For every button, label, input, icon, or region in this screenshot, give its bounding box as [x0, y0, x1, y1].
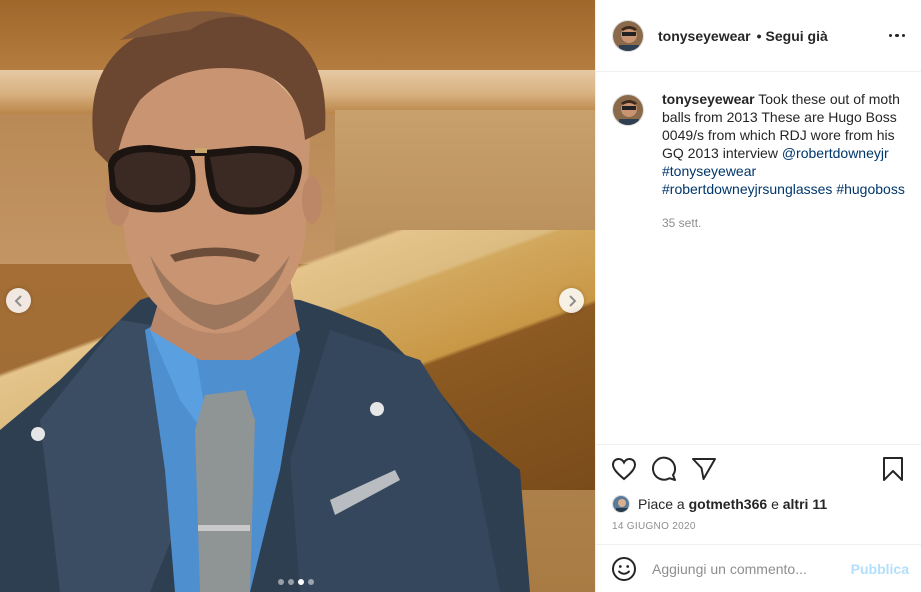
author-username[interactable]: tonyseyewear: [658, 28, 751, 44]
photo-subject: [0, 11, 530, 592]
comment-form: Pubblica: [596, 544, 921, 592]
smiley-icon: [612, 556, 636, 581]
like-button[interactable]: [608, 453, 640, 485]
comment-input[interactable]: [652, 560, 851, 577]
caption-hashtag[interactable]: #robertdowneyjrsunglasses: [662, 181, 832, 197]
post-caption: tonyseyewear Took these out of moth ball…: [612, 90, 913, 232]
comment-button[interactable]: [648, 453, 680, 485]
likes-summary: Piace a gotmeth366 e altri 11: [596, 493, 921, 515]
save-button[interactable]: [877, 453, 909, 485]
likes-others-link[interactable]: altri 11: [783, 496, 827, 512]
emoji-button[interactable]: [610, 555, 638, 583]
author-avatar[interactable]: [612, 19, 644, 52]
instagram-post: tonyseyewear • Segui già tonyseyewear To…: [0, 0, 921, 592]
share-button[interactable]: [688, 453, 720, 485]
post-sidebar: tonyseyewear • Segui già tonyseyewear To…: [595, 0, 921, 592]
previous-slide-button[interactable]: [6, 288, 31, 313]
caption-body: tonyseyewear Took these out of moth ball…: [662, 90, 913, 232]
liker-avatar[interactable]: [612, 495, 630, 513]
likes-joiner: e: [771, 496, 779, 512]
paper-plane-icon: [692, 458, 716, 480]
slide-dot: [278, 579, 284, 585]
chevron-right-icon: [568, 294, 576, 307]
post-header: tonyseyewear • Segui già: [596, 0, 921, 72]
caption-text-block: tonyseyewear Took these out of moth ball…: [662, 90, 913, 198]
heart-icon: [611, 457, 637, 481]
publish-button[interactable]: Pubblica: [851, 561, 909, 577]
more-options-button[interactable]: [888, 33, 905, 38]
chevron-left-icon: [14, 294, 22, 307]
post-actions-section: Piace a gotmeth366 e altri 11 14 giugno …: [596, 444, 921, 532]
comment-icon: [652, 456, 676, 481]
caption-mention[interactable]: @robertdowneyjr: [782, 145, 889, 161]
more-horizontal-icon: [888, 33, 892, 38]
next-slide-button[interactable]: [559, 288, 584, 313]
post-photo[interactable]: [0, 0, 595, 592]
slide-dot-active: [298, 579, 304, 585]
bookmark-icon: [883, 457, 903, 481]
liker-username[interactable]: gotmeth366: [689, 496, 768, 512]
caption-author[interactable]: tonyseyewear: [662, 91, 755, 107]
post-date[interactable]: 14 giugno 2020: [596, 515, 921, 532]
caption-hashtag[interactable]: #hugoboss: [836, 181, 905, 197]
slide-dot: [288, 579, 294, 585]
action-bar: [596, 445, 921, 493]
slide-indicator: [278, 579, 314, 585]
slide-dot: [308, 579, 314, 585]
caption-hashtag[interactable]: #tonyseyewear: [662, 163, 756, 179]
caption-author-avatar[interactable]: [612, 94, 644, 126]
following-button[interactable]: Segui già: [766, 28, 828, 44]
likes-prefix: Piace a: [638, 496, 685, 512]
header-separator: •: [756, 27, 762, 44]
caption-timestamp[interactable]: 35 sett.: [662, 214, 913, 232]
